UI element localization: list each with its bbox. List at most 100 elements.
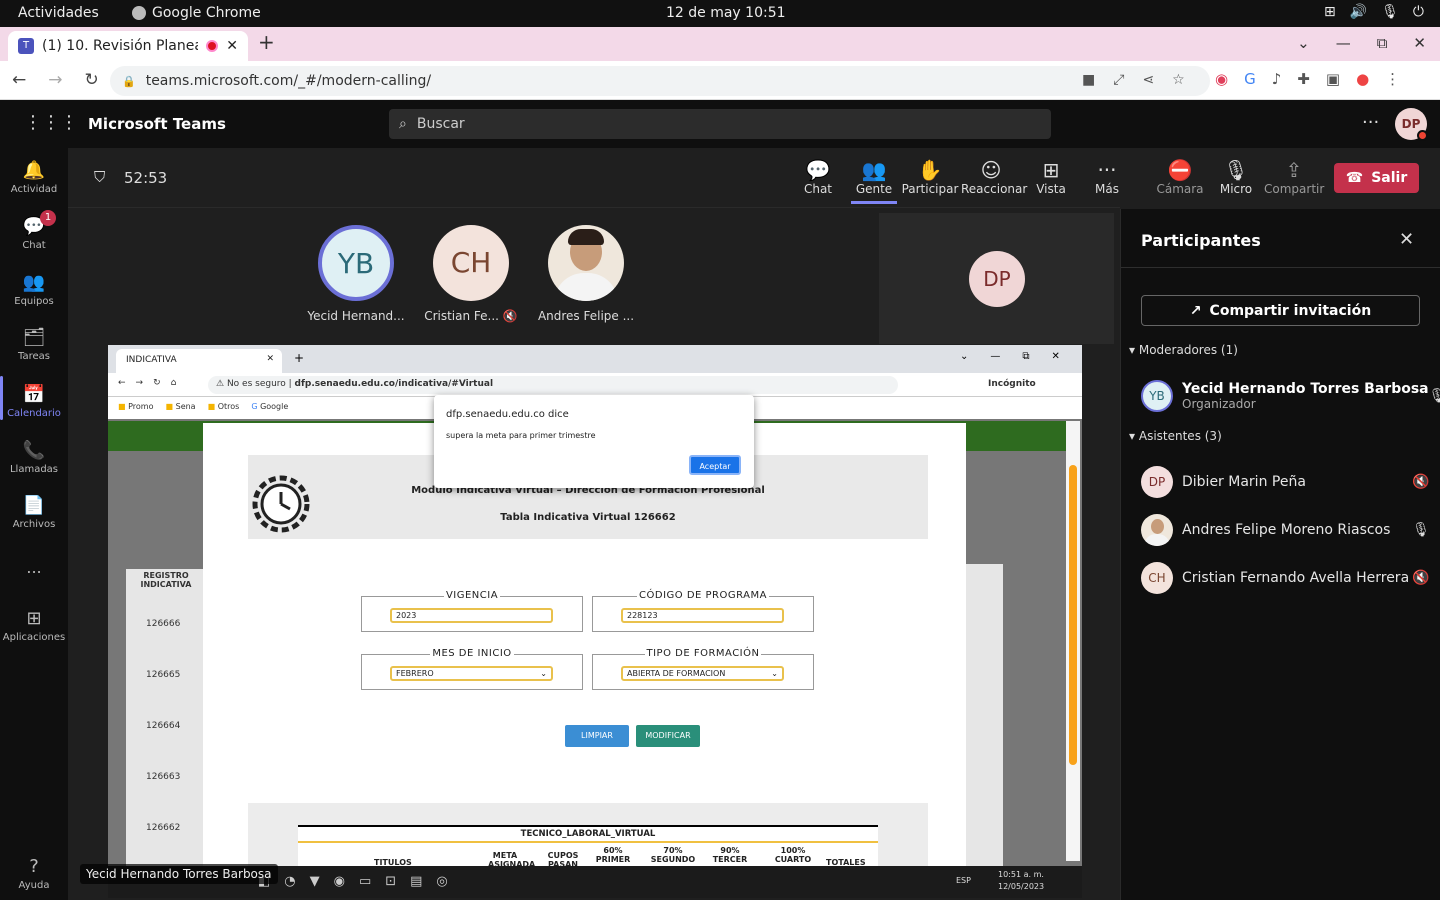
forward-icon[interactable]: → (48, 70, 62, 90)
bookmark-label: Sena (175, 402, 196, 411)
more-button[interactable]: ··· Más (1077, 158, 1137, 196)
appbar-calendar[interactable]: 📅 Calendario (0, 384, 68, 419)
system-tray[interactable]: ⊞ 🔊 🎙 ⏻ (1324, 4, 1424, 20)
people-button[interactable]: 👥 Gente (844, 158, 904, 196)
my-initials: DP (1401, 117, 1421, 131)
appbar-calls[interactable]: 📞 Llamadas (0, 440, 68, 475)
share-icon[interactable]: ⋖ (1142, 72, 1154, 88)
search-input[interactable]: ⌕ Buscar (389, 109, 1051, 139)
tipo-value: ABIERTA DE FORMACION (627, 669, 726, 678)
close-icon[interactable]: ✕ (1399, 229, 1414, 250)
profile-icon[interactable]: ● (1356, 70, 1369, 88)
activities-button[interactable]: Actividades (18, 5, 99, 21)
close-window-icon[interactable]: ✕ (1413, 34, 1426, 52)
recording-icon (206, 40, 219, 52)
attendees-header[interactable]: ▾ Asistentes (3) (1129, 429, 1222, 443)
camera-off-icon: ⛔ (1167, 158, 1193, 182)
react-button[interactable]: ☺ Reaccionar (961, 158, 1027, 196)
participant-row[interactable]: CH Cristian Fernando Avella Herrera 🔇 (1141, 558, 1431, 598)
taskbar-apps-icon: ◧◔▼◉▭⊡▤◎ (258, 874, 462, 889)
col-header: 60% PRIMER (595, 846, 631, 864)
appbar-more[interactable]: ... (0, 558, 68, 577)
indicativa-form-page: Modulo Indicativa Virtual – Dirección de… (203, 423, 966, 867)
share-invite-button[interactable]: ↗ Compartir invitación (1141, 295, 1420, 326)
meeting-toolbar: ⛉ 52:53 💬 Chat 👥 Gente ✋ Participar ☺ Reacci… (68, 148, 1324, 208)
grid-icon: ⊞ (1042, 158, 1060, 182)
browser-tab[interactable]: T (1) 10. Revisión Planea ✕ (8, 31, 248, 61)
more-options-icon[interactable]: ··· (1362, 112, 1379, 133)
tab-search-icon[interactable]: ⌄ (1297, 34, 1310, 52)
calendar-icon: 📅 (22, 384, 46, 405)
appbar-chat[interactable]: 💬 1 Chat (0, 210, 68, 251)
shield-icon[interactable]: ⛉ (94, 168, 105, 186)
chat-button[interactable]: 💬 Chat (788, 158, 848, 196)
app-launcher-icon[interactable]: ⋮⋮⋮ (24, 112, 78, 133)
mes-select: FEBRERO ⌄ (390, 666, 553, 681)
minimize-icon[interactable]: — (1336, 34, 1351, 52)
share-button[interactable]: ⇪ Compartir (1264, 158, 1324, 196)
appbar-label: Ayuda (18, 880, 50, 891)
leave-button[interactable]: ☎ Salir (1334, 163, 1419, 193)
registro-panel: REGISTRO INDICATIVA 126666 126665 126664… (126, 569, 206, 867)
avatar-photo (1141, 514, 1173, 546)
mic-off-icon: 🔇 (1412, 474, 1430, 490)
restore-icon[interactable]: ⧉ (1377, 34, 1388, 52)
raise-hand-button[interactable]: ✋ Participar (900, 158, 960, 196)
pocket-icon[interactable]: ◉ (1215, 70, 1228, 88)
results-area: TECNICO_LABORAL_VIRTUAL TITULOS META ASI… (248, 803, 928, 867)
window-controls: ⌄—⧉✕ (960, 351, 1082, 362)
presence-status-icon (1417, 130, 1428, 141)
moderators-header[interactable]: ▾ Moderadores (1) (1129, 343, 1238, 357)
appbar-help[interactable]: ? Ayuda (0, 856, 68, 891)
open-in-app-icon[interactable]: ⤢ (1113, 72, 1124, 88)
participant-row[interactable]: Andres Felipe Moreno Riascos 🎙 (1141, 510, 1431, 550)
participant-row[interactable]: DP Dibier Marin Peña 🔇 (1141, 462, 1431, 502)
mes-field: MES DE INICIO FEBRERO ⌄ (361, 648, 583, 690)
participant-name: Yecid Hernando Torres Barbosa (1182, 381, 1429, 397)
system-clock[interactable]: 12 de may 10:51 (666, 5, 786, 21)
taskbar-lang: ESP (956, 876, 971, 885)
registro-row: 126664 (146, 721, 181, 731)
appbar-teams[interactable]: 👥 Equipos (0, 272, 68, 307)
mic-button[interactable]: 🎙 Micro (1206, 158, 1266, 196)
camera-button[interactable]: ⛔ Cámara (1150, 158, 1210, 196)
table-title: Tabla Indicativa Virtual 126662 (500, 512, 676, 523)
new-tab-button[interactable]: + (258, 30, 275, 54)
volume-icon: 🔊 (1349, 4, 1368, 20)
sidepanel-icon[interactable]: ▣ (1326, 70, 1340, 88)
translate-icon[interactable]: G (1244, 70, 1256, 88)
appbar-label: Actividad (10, 184, 58, 195)
appbar-tasks[interactable]: 🗂 Tareas (0, 327, 68, 362)
my-avatar[interactable]: DP (1395, 108, 1428, 141)
extensions-icon[interactable]: ✚ (1297, 70, 1310, 88)
dialog-origin: dfp.senaedu.edu.co dice (446, 409, 569, 420)
tab-close-icon[interactable]: ✕ (226, 38, 238, 54)
bookmark-star-icon[interactable]: ☆ (1172, 72, 1185, 88)
insecure-label: No es seguro (226, 379, 286, 389)
vigencia-input: 2023 (390, 608, 553, 623)
appbar-apps[interactable]: ⊞ Aplicaciones (0, 608, 68, 643)
avatar: DP (1141, 466, 1173, 498)
participant-tile[interactable]: Andres Felipe ... (536, 225, 636, 323)
participant-tile[interactable]: YB Yecid Hernand... (306, 225, 406, 323)
network-icon: ⊞ (1323, 4, 1336, 20)
appbar-files[interactable]: 📄 Archivos (0, 495, 68, 530)
camera-blocked-icon[interactable]: ■ (1082, 72, 1095, 88)
back-icon[interactable]: ← (12, 70, 26, 90)
address-bar[interactable]: 🔒 teams.microsoft.com/_#/modern-calling/ (110, 66, 1210, 96)
avatar-initials: CH (450, 246, 492, 279)
active-app-indicator[interactable]: Google Chrome (132, 5, 261, 21)
view-button[interactable]: ⊞ Vista (1021, 158, 1081, 196)
participant-row[interactable]: YB Yecid Hernando Torres Barbosa Organiz… (1141, 376, 1440, 416)
reload-icon[interactable]: ↻ (85, 70, 99, 90)
chrome-menu-icon[interactable]: ⋮ (1385, 70, 1400, 88)
app-title: Microsoft Teams (88, 115, 226, 133)
shared-url-bar: ⚠ No es seguro | dfp.senaedu.edu.co/indi… (208, 376, 898, 394)
participant-tile[interactable]: CH Cristian Fe... 🔇 (421, 225, 521, 323)
appbar-activity[interactable]: 🔔 Actividad (0, 160, 68, 195)
registro-row: 126666 (146, 619, 181, 629)
media-icon[interactable]: ♪ (1272, 70, 1282, 88)
divider (1121, 267, 1440, 268)
share-icon: ↗ (1189, 302, 1202, 319)
shared-url: dfp.senaedu.edu.co/indicativa/#Virtual (294, 379, 494, 389)
